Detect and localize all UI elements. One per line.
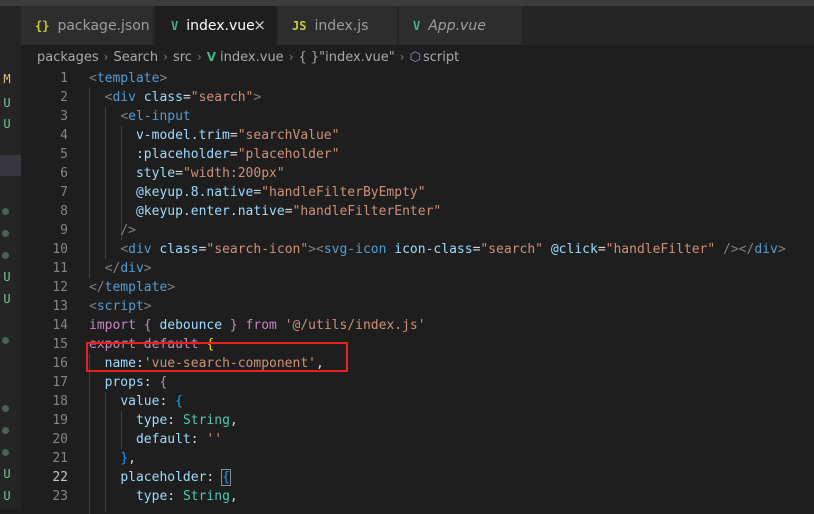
line-number: 3 (60, 109, 68, 124)
line-number: 5 (60, 147, 68, 162)
vue-file-icon: V (206, 50, 217, 64)
line-number: 7 (60, 185, 68, 200)
line-number: 1 (60, 71, 68, 86)
code-line: </template> (89, 280, 176, 295)
folder-status-dot (2, 427, 9, 434)
untracked-badge: U (3, 467, 11, 481)
line-number: 16 (52, 356, 68, 371)
untracked-badge: U (3, 292, 11, 306)
code-line: <div class="search-icon"><svg-icon icon-… (120, 242, 786, 257)
code-editor[interactable]: 1 2 3 4 5 6 7 8 9 10 11 12 13 14 15 16 1… (21, 69, 814, 514)
code-line: import { debounce } from '@/utils/index.… (89, 318, 426, 333)
line-number: 12 (52, 280, 68, 295)
modified-badge: M (3, 72, 11, 86)
code-line: }, (120, 451, 136, 466)
line-number: 23 (52, 489, 68, 504)
symbol-cube-icon: ⬡ (409, 49, 421, 65)
line-number: 18 (52, 394, 68, 409)
breadcrumb-separator: › (196, 50, 202, 64)
breadcrumb-item[interactable]: { }"index.vue" (299, 50, 395, 65)
breadcrumb: packages › Search › src › V index.vue › … (21, 45, 814, 69)
breadcrumb-item[interactable]: packages (37, 50, 99, 65)
untracked-badge: U (3, 489, 11, 503)
explorer-strip: M U U U U U U (0, 45, 21, 509)
vue-file-icon: V (413, 18, 421, 33)
code-line: <el-input (120, 109, 191, 124)
line-number: 4 (60, 128, 68, 143)
breadcrumb-separator: › (103, 50, 109, 64)
breadcrumb-item[interactable]: script (423, 50, 459, 65)
folder-status-dot (2, 230, 9, 237)
editor-tab-bar: {} package.json V index.vue × JS index.j… (0, 6, 814, 45)
line-number: 15 (52, 337, 68, 352)
line-number: 10 (52, 242, 68, 257)
line-number: 13 (52, 299, 68, 314)
highlight-annotation-box (86, 342, 348, 372)
code-line: /> (120, 223, 136, 238)
close-tab-icon[interactable]: × (253, 16, 266, 34)
code-line: @keyup.enter.native="handleFilterEnter" (135, 204, 442, 219)
code-line: </div> (104, 261, 152, 276)
tab-app-vue[interactable]: V App.vue (399, 6, 523, 45)
line-number: 2 (60, 90, 68, 105)
untracked-badge: U (3, 96, 11, 110)
folder-status-dot (2, 405, 9, 412)
folder-status-dot (2, 208, 9, 215)
tab-label: package.json (57, 17, 150, 34)
untracked-badge: U (3, 117, 11, 131)
code-line: <script> (89, 299, 152, 314)
code-line: v-model.trim="searchValue" (135, 128, 340, 143)
breadcrumb-item[interactable]: Search (113, 50, 158, 65)
line-number: 14 (52, 318, 68, 333)
tab-label: index.vue (186, 17, 255, 34)
tab-label: index.js (314, 17, 369, 34)
code-line: type: String, (135, 489, 238, 504)
line-number: 8 (60, 204, 68, 219)
line-number: 19 (52, 413, 68, 428)
line-number: 21 (52, 451, 68, 466)
code-line: style="width:200px" (135, 166, 285, 181)
tab-package-json[interactable]: {} package.json (21, 6, 154, 45)
vue-file-icon: V (171, 18, 179, 33)
tab-index-vue[interactable]: V index.vue × (155, 6, 277, 45)
line-number: 20 (52, 432, 68, 447)
code-line: :placeholder="placeholder" (135, 147, 340, 162)
js-file-icon: JS (292, 18, 307, 33)
code-line: value: { (120, 394, 183, 409)
explorer-selected-row (0, 155, 21, 176)
breadcrumb-separator: › (288, 50, 294, 64)
line-number: 11 (52, 261, 68, 276)
code-line: @keyup.8.native="handleFilterByEmpty" (135, 185, 426, 200)
code-line: props: { (104, 375, 168, 390)
line-number-current: 22 (52, 470, 68, 485)
tab-index-js[interactable]: JS index.js (278, 6, 398, 45)
breadcrumb-item[interactable]: src (173, 50, 192, 65)
folder-status-dot (2, 449, 9, 456)
code-line: default: '' (135, 432, 223, 447)
code-line: <div class="search"> (104, 90, 262, 105)
line-number: 9 (60, 223, 68, 238)
untracked-badge: U (3, 270, 11, 284)
breadcrumb-separator: › (163, 50, 168, 64)
code-line: type: String, (135, 413, 238, 428)
json-file-icon: {} (35, 18, 50, 33)
line-number: 6 (60, 166, 68, 181)
code-line-current: placeholder: { (120, 469, 231, 486)
folder-status-dot (2, 252, 9, 259)
breadcrumb-item[interactable]: index.vue (220, 50, 284, 65)
folder-status-dot (2, 337, 9, 344)
code-line: <template> (89, 71, 168, 86)
line-number: 17 (52, 375, 68, 390)
tab-label: App.vue (428, 17, 486, 34)
breadcrumb-separator: › (399, 50, 405, 64)
